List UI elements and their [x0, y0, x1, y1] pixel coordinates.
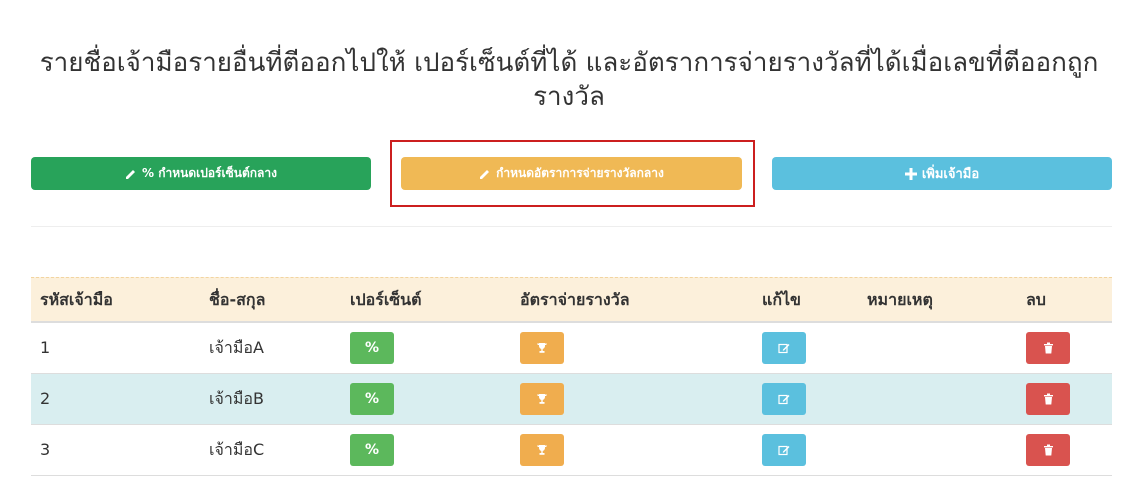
delete-button[interactable]: [1026, 383, 1070, 415]
pencil-icon: [126, 169, 136, 179]
edit-icon: [778, 445, 790, 456]
header-edit: แก้ไข: [762, 290, 801, 309]
dealer-name: เจ้ามือB: [209, 389, 264, 408]
table-header: รหัสเจ้ามือ ชื่อ-สกุล เปอร์เซ็นต์ อัตราจ…: [31, 277, 1112, 323]
trash-icon: [1043, 393, 1053, 405]
edit-button[interactable]: [762, 383, 806, 415]
plus-icon: [904, 167, 917, 180]
dealer-name: เจ้ามือC: [209, 440, 265, 459]
trash-icon: [1043, 342, 1053, 354]
set-percent-button[interactable]: %: [350, 383, 394, 415]
percent-label: %: [364, 340, 380, 356]
pencil-icon: [480, 169, 490, 179]
trophy-icon: [537, 343, 547, 353]
page-title: รายชื่อเจ้ามือรายอื่นที่ตีออกไปให้ เปอร์…: [39, 48, 1099, 112]
delete-button[interactable]: [1026, 332, 1070, 364]
dealer-id: 2: [40, 389, 51, 408]
dealer-name: เจ้ามือA: [209, 338, 264, 357]
dealer-id: 1: [40, 338, 51, 357]
dealer-table: รหัสเจ้ามือ ชื่อ-สกุล เปอร์เซ็นต์ อัตราจ…: [31, 277, 1112, 476]
header-delete: ลบ: [1026, 290, 1046, 309]
set-reward-rate-button[interactable]: [520, 383, 564, 415]
delete-button[interactable]: [1026, 434, 1070, 466]
percent-label: %: [364, 391, 380, 407]
page: รายชื่อเจ้ามือรายอื่นที่ตีออกไปให้ เปอร์…: [0, 0, 1138, 500]
divider: [31, 226, 1112, 227]
set-master-reward-rate-label: กำหนดอัตราการจ่ายรางวัลกลาง: [496, 166, 664, 180]
trash-icon: [1043, 444, 1053, 456]
table-row: 1 เจ้ามือA %: [31, 323, 1112, 374]
edit-icon: [778, 343, 790, 354]
header-percent: เปอร์เซ็นต์: [350, 290, 422, 309]
edit-button[interactable]: [762, 332, 806, 364]
set-master-reward-rate-button[interactable]: กำหนดอัตราการจ่ายรางวัลกลาง: [401, 157, 742, 190]
add-dealer-button[interactable]: เพิ่มเจ้ามือ: [772, 157, 1112, 190]
set-master-percent-button[interactable]: % กำหนดเปอร์เซ็นต์กลาง: [31, 157, 371, 190]
percent-label: %: [364, 442, 380, 458]
set-master-percent-label: % กำหนดเปอร์เซ็นต์กลาง: [142, 166, 277, 180]
header-dealer-id: รหัสเจ้ามือ: [40, 290, 113, 309]
set-percent-button[interactable]: %: [350, 434, 394, 466]
edit-icon: [778, 394, 790, 405]
table-row: 3 เจ้ามือC %: [31, 425, 1112, 476]
set-percent-button[interactable]: %: [350, 332, 394, 364]
dealer-id: 3: [40, 440, 51, 459]
set-reward-rate-button[interactable]: [520, 332, 564, 364]
header-reward-rate: อัตราจ่ายรางวัล: [520, 290, 630, 309]
header-note: หมายเหตุ: [867, 290, 933, 309]
header-name: ชื่อ-สกุล: [209, 290, 266, 309]
table-row: 2 เจ้ามือB %: [31, 374, 1112, 425]
trophy-icon: [537, 445, 547, 455]
edit-button[interactable]: [762, 434, 806, 466]
add-dealer-label: เพิ่มเจ้ามือ: [921, 167, 980, 182]
set-reward-rate-button[interactable]: [520, 434, 564, 466]
trophy-icon: [537, 394, 547, 404]
